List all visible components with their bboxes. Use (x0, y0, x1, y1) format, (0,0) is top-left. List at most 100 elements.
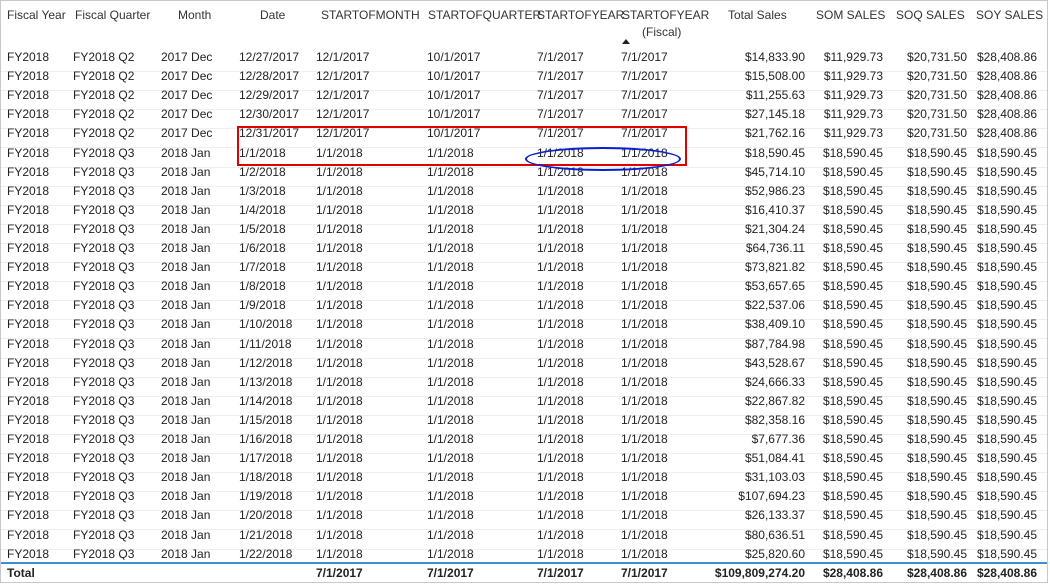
cell-som-sales: $18,590.45 (822, 317, 883, 332)
cell-date: 1/14/2018 (239, 393, 293, 408)
cell-total-sales: $52,986.23 (744, 183, 805, 198)
cell-month: 2018 Jan (161, 527, 211, 542)
cell-month: 2017 Dec (161, 88, 213, 103)
cell-startofmonth: 1/1/2018 (316, 164, 363, 179)
cell-soy-sales: $18,590.45 (976, 221, 1037, 236)
cell-fiscal-year: FY2018 (7, 183, 50, 198)
cell-startofyear-fiscal: 1/1/2018 (621, 221, 668, 236)
cell-startofyear: 1/1/2018 (537, 241, 584, 255)
cell-total-sales: $21,304.24 (744, 221, 805, 236)
cell-startofmonth: 1/1/2018 (316, 145, 363, 160)
cell-startofquarter: 1/1/2018 (427, 279, 474, 294)
cell-total-sales: $14,833.90 (744, 50, 805, 64)
cell-month: 2018 Jan (161, 317, 211, 332)
cell-soy-sales: $18,590.45 (976, 374, 1037, 389)
cell-startofyear: 1/1/2018 (537, 527, 584, 542)
cell-fiscal-year: FY2018 (7, 279, 50, 294)
cell-total-sales: $26,133.37 (744, 508, 805, 523)
cell-startofquarter: 1/1/2018 (427, 432, 474, 446)
cell-soy-sales: $18,590.45 (976, 336, 1037, 351)
cell-fiscal-year: FY2018 (7, 470, 50, 485)
cell-startofyear: 7/1/2017 (537, 126, 584, 141)
cell-month: 2018 Jan (161, 508, 211, 523)
cell-total-sales: $38,409.10 (744, 317, 805, 332)
cell-som-sales: $18,590.45 (822, 145, 883, 160)
column-header-startofyear-fiscal[interactable]: STARTOFYEAR (622, 8, 709, 23)
cell-startofquarter: 1/1/2018 (427, 336, 474, 351)
cell-startofyear: 1/1/2018 (537, 221, 584, 236)
cell-startofyear-fiscal: 7/1/2017 (621, 126, 668, 141)
column-header-som-sales[interactable]: SOM SALES (816, 8, 885, 23)
cell-startofquarter: 1/1/2018 (427, 374, 474, 389)
cell-startofquarter: 1/1/2018 (427, 412, 474, 427)
cell-startofquarter: 1/1/2018 (427, 241, 474, 255)
cell-startofyear-fiscal: 1/1/2018 (621, 183, 668, 198)
cell-startofyear: 1/1/2018 (537, 489, 584, 504)
cell-startofyear-fiscal: 1/1/2018 (621, 260, 668, 275)
column-header-date[interactable]: Date (260, 8, 285, 23)
column-header-startofmonth[interactable]: STARTOFMONTH (321, 8, 420, 23)
total-sales: $109,809,274.20 (714, 566, 805, 580)
cell-fiscal-quarter: FY2018 Q3 (73, 374, 135, 389)
cell-som-sales: $18,590.45 (822, 527, 883, 542)
cell-startofyear: 1/1/2018 (537, 374, 584, 389)
cell-total-sales: $18,590.45 (744, 145, 805, 160)
column-header-total-sales[interactable]: Total Sales (728, 8, 787, 23)
cell-soy-sales: $18,590.45 (976, 317, 1037, 332)
cell-fiscal-quarter: FY2018 Q2 (73, 69, 135, 84)
sort-ascending-icon[interactable] (622, 39, 630, 44)
cell-startofquarter: 10/1/2017 (427, 69, 481, 84)
column-header-month[interactable]: Month (178, 8, 211, 23)
cell-startofquarter: 1/1/2018 (427, 183, 474, 198)
cell-soq-sales: $20,731.50 (906, 107, 967, 122)
cell-startofyear: 7/1/2017 (537, 50, 584, 64)
cell-soy-sales: $28,408.86 (976, 107, 1037, 122)
cell-soy-sales: $18,590.45 (976, 355, 1037, 370)
cell-startofmonth: 1/1/2018 (316, 432, 363, 446)
cell-fiscal-year: FY2018 (7, 202, 50, 217)
column-header-fiscal-year[interactable]: Fiscal Year (7, 8, 66, 23)
cell-startofmonth: 1/1/2018 (316, 374, 363, 389)
cell-soq-sales: $18,590.45 (906, 145, 967, 160)
cell-startofmonth: 1/1/2018 (316, 336, 363, 351)
column-header-startofyear[interactable]: STARTOFYEAR (537, 8, 624, 23)
cell-soy-sales: $18,590.45 (976, 298, 1037, 313)
total-startofyear-fiscal: 7/1/2017 (621, 566, 668, 580)
column-header-startofquarter[interactable]: STARTOFQUARTER (428, 8, 541, 23)
cell-soq-sales: $20,731.50 (906, 88, 967, 103)
column-header-soy-sales[interactable]: SOY SALES (976, 8, 1043, 23)
cell-total-sales: $11,255.63 (745, 88, 805, 103)
cell-startofyear-fiscal: 7/1/2017 (621, 50, 668, 64)
cell-startofyear-fiscal: 1/1/2018 (621, 432, 668, 446)
cell-soy-sales: $18,590.45 (976, 412, 1037, 427)
cell-startofyear: 1/1/2018 (537, 164, 584, 179)
cell-startofmonth: 1/1/2018 (316, 260, 363, 275)
cell-date: 1/13/2018 (239, 374, 293, 389)
cell-startofquarter: 1/1/2018 (427, 393, 474, 408)
cell-startofyear: 1/1/2018 (537, 470, 584, 485)
table-row[interactable]: FY2018 FY2018 Q3 2018 Jan 1/21/2018 1/1/2018… (1, 528, 1047, 550)
cell-startofyear: 1/1/2018 (537, 355, 584, 370)
cell-fiscal-quarter: FY2018 Q3 (73, 145, 135, 160)
cell-startofyear-fiscal: 1/1/2018 (621, 298, 668, 313)
cell-fiscal-quarter: FY2018 Q3 (73, 279, 135, 294)
table-visual: Fiscal Year Fiscal Quarter Month Date STARTO… (0, 0, 1048, 583)
cell-startofmonth: 1/1/2018 (316, 527, 363, 542)
cell-total-sales: $107,694.23 (738, 489, 805, 504)
cell-startofyear: 7/1/2017 (537, 107, 584, 122)
column-header-fiscal-quarter[interactable]: Fiscal Quarter (75, 8, 150, 23)
cell-month: 2017 Dec (161, 50, 213, 64)
cell-som-sales: $11,929.73 (823, 50, 883, 64)
cell-date: 1/12/2018 (239, 355, 293, 370)
cell-soy-sales: $18,590.45 (976, 260, 1037, 275)
cell-date: 1/19/2018 (239, 489, 293, 504)
cell-date: 1/10/2018 (239, 317, 293, 332)
cell-date: 1/17/2018 (239, 451, 293, 466)
cell-total-sales: $15,508.00 (744, 69, 805, 84)
cell-som-sales: $18,590.45 (822, 355, 883, 370)
cell-date: 12/28/2017 (239, 69, 300, 84)
cell-fiscal-quarter: FY2018 Q3 (73, 489, 135, 504)
cell-startofyear-fiscal: 1/1/2018 (621, 317, 668, 332)
column-header-soq-sales[interactable]: SOQ SALES (896, 8, 965, 23)
cell-fiscal-quarter: FY2018 Q3 (73, 298, 135, 313)
